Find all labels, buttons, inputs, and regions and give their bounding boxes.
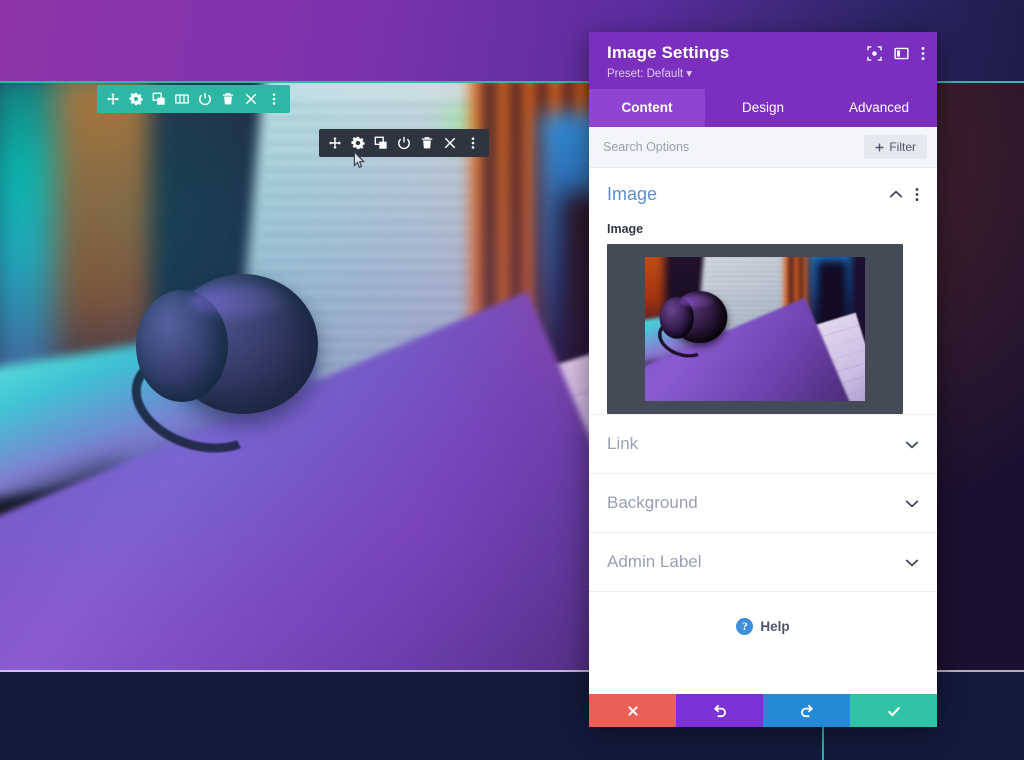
image-section-title: Image bbox=[607, 184, 658, 204]
accordion-link-label: Link bbox=[607, 434, 639, 453]
tab-design[interactable]: Design bbox=[705, 89, 821, 127]
chevron-down-icon bbox=[905, 558, 919, 567]
modal-footer bbox=[589, 694, 937, 727]
redo-icon bbox=[800, 704, 813, 717]
collapse-module-button[interactable] bbox=[440, 131, 460, 155]
chevron-up-icon bbox=[889, 190, 903, 198]
help-circle-icon: ? bbox=[736, 618, 754, 635]
columns-icon bbox=[175, 94, 189, 104]
save-button[interactable] bbox=[850, 694, 937, 727]
move-icon bbox=[329, 137, 341, 149]
module-toolbar[interactable] bbox=[319, 129, 489, 157]
undo-button[interactable] bbox=[676, 694, 763, 727]
cancel-button[interactable] bbox=[589, 694, 676, 727]
gear-icon bbox=[129, 92, 143, 106]
chevron-down-icon bbox=[905, 499, 919, 508]
power-icon bbox=[199, 92, 211, 106]
image-upload-preview[interactable] bbox=[607, 244, 903, 414]
accordion-link[interactable]: Link bbox=[589, 414, 937, 473]
modal-body: Image Image Link Background Admin Label … bbox=[589, 168, 937, 694]
disable-module-button[interactable] bbox=[394, 131, 414, 155]
delete-section-button[interactable] bbox=[218, 87, 238, 111]
check-icon bbox=[887, 706, 900, 717]
image-section-actions bbox=[889, 187, 919, 202]
disable-section-button[interactable] bbox=[195, 87, 215, 111]
headphones bbox=[118, 268, 350, 470]
accordion-background-label: Background bbox=[607, 493, 698, 512]
image-section: Image Image bbox=[589, 168, 937, 414]
duplicate-icon bbox=[152, 92, 165, 105]
modal-tabs: Content Design Advanced bbox=[589, 89, 937, 127]
column-guide-line bbox=[822, 727, 824, 760]
image-field-label: Image bbox=[607, 222, 644, 236]
help-link[interactable]: ? Help bbox=[589, 591, 937, 635]
section-toolbar[interactable] bbox=[97, 85, 290, 113]
section-more-options-button[interactable] bbox=[264, 87, 284, 111]
image-section-menu-button[interactable] bbox=[915, 187, 919, 202]
column-structure-button[interactable] bbox=[172, 87, 192, 111]
accordion-admin-label-label: Admin Label bbox=[607, 552, 702, 571]
modal-header-actions bbox=[867, 46, 925, 61]
close-icon bbox=[245, 93, 257, 105]
duplicate-section-button[interactable] bbox=[149, 87, 169, 111]
move-module-button[interactable] bbox=[325, 131, 345, 155]
image-section-header[interactable]: Image bbox=[607, 184, 919, 205]
collapse-image-section-button[interactable] bbox=[889, 190, 903, 199]
section-settings-button[interactable] bbox=[126, 87, 146, 111]
close-icon bbox=[627, 705, 638, 716]
trash-icon bbox=[222, 93, 234, 105]
modal-header: Image Settings Preset: Default ▾ bbox=[589, 32, 937, 89]
redo-button[interactable] bbox=[763, 694, 850, 727]
trash-icon bbox=[421, 137, 433, 149]
panel-layout-icon bbox=[894, 47, 909, 60]
help-label: Help bbox=[760, 619, 790, 634]
accordion-background[interactable]: Background bbox=[589, 473, 937, 532]
delete-module-button[interactable] bbox=[417, 131, 437, 155]
accordion-admin-label[interactable]: Admin Label bbox=[589, 532, 937, 591]
move-icon bbox=[107, 93, 119, 105]
focus-icon bbox=[867, 46, 882, 61]
module-more-options-button[interactable] bbox=[463, 131, 483, 155]
search-bar: Filter bbox=[589, 127, 937, 168]
collapse-section-button[interactable] bbox=[241, 87, 261, 111]
modal-more-options-button[interactable] bbox=[921, 46, 925, 61]
gear-icon bbox=[351, 136, 365, 150]
tab-content[interactable]: Content bbox=[589, 89, 705, 127]
plus-icon bbox=[875, 143, 884, 151]
undo-icon bbox=[713, 704, 726, 717]
image-thumbnail bbox=[645, 257, 865, 401]
modal-position-button[interactable] bbox=[894, 46, 909, 61]
filter-button[interactable]: Filter bbox=[864, 135, 927, 159]
preset-selector[interactable]: Preset: Default ▾ bbox=[607, 66, 921, 80]
duplicate-module-button[interactable] bbox=[371, 131, 391, 155]
dots-vertical-icon bbox=[915, 188, 919, 201]
filter-button-label: Filter bbox=[889, 140, 916, 154]
search-input[interactable] bbox=[603, 140, 865, 154]
chevron-down-icon bbox=[905, 440, 919, 449]
image-settings-modal[interactable]: Image Settings Preset: Default ▾ Content… bbox=[589, 32, 937, 727]
chevron-down-icon: ▾ bbox=[686, 68, 693, 80]
pointer-cursor-icon bbox=[353, 150, 365, 169]
tab-advanced[interactable]: Advanced bbox=[821, 89, 937, 127]
close-icon bbox=[444, 137, 456, 149]
move-section-button[interactable] bbox=[103, 87, 123, 111]
focus-mode-button[interactable] bbox=[867, 46, 882, 61]
dots-vertical-icon bbox=[921, 47, 925, 60]
dots-vertical-icon bbox=[272, 93, 276, 105]
preset-label: Preset: Default bbox=[607, 68, 684, 80]
power-icon bbox=[398, 136, 410, 150]
duplicate-icon bbox=[374, 136, 387, 149]
dots-vertical-icon bbox=[471, 137, 475, 149]
